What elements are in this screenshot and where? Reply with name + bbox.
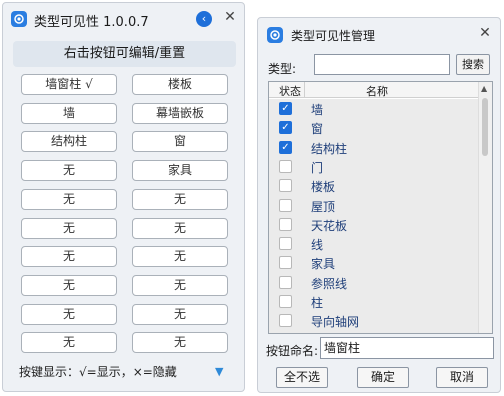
vertical-scrollbar[interactable]: ▲: [478, 82, 492, 333]
app-swirl-icon: [11, 11, 27, 27]
visibility-checkbox[interactable]: [279, 159, 292, 173]
scrollbar-thumb[interactable]: [482, 98, 488, 156]
list-item[interactable]: ✓ 窗: [269, 118, 479, 137]
list-item-name: 参照线: [311, 276, 348, 291]
list-item[interactable]: 柱: [269, 292, 479, 311]
button-name-label: 按钮命名:: [266, 344, 319, 358]
visibility-toggle-button[interactable]: 结构柱: [21, 131, 117, 153]
list-item-name: 柱: [311, 296, 324, 310]
visibility-toggle-button[interactable]: 无: [21, 332, 117, 354]
list-item[interactable]: 门: [269, 157, 479, 176]
chevron-left-icon[interactable]: ‹: [196, 11, 212, 27]
ok-button[interactable]: 确定: [357, 367, 409, 388]
list-item-name: 门: [311, 160, 324, 175]
list-item[interactable]: 屋顶: [269, 196, 479, 215]
visibility-checkbox[interactable]: [279, 275, 292, 289]
close-icon[interactable]: ✕: [477, 25, 493, 41]
category-list: 状态 名称 ✓ 墙 ✓ 窗 ✓ 结构柱门楼板 屋顶 天花板线家具 参照线柱导向轴网 ▲: [268, 81, 493, 334]
panel-hint-header: 右击按钮可编辑/重置: [13, 41, 236, 67]
visibility-toggle-button[interactable]: 窗: [132, 131, 228, 153]
column-header-state[interactable]: 状态: [279, 83, 301, 99]
list-item-name: 导向轴网: [311, 315, 360, 330]
type-search-input[interactable]: [314, 54, 450, 75]
list-rows: ✓ 墙 ✓ 窗 ✓ 结构柱门楼板 屋顶 天花板线家具 参照线柱导向轴网: [269, 99, 479, 333]
select-none-button[interactable]: 全不选: [276, 367, 328, 388]
cancel-button[interactable]: 取消: [436, 367, 488, 388]
visibility-toggle-button[interactable]: 家具: [132, 160, 228, 182]
visibility-toggle-button[interactable]: 无: [132, 303, 228, 325]
visibility-toggle-button[interactable]: 无: [21, 303, 117, 325]
list-item-name: 楼板: [311, 180, 336, 195]
visibility-toggle-button[interactable]: 墙: [21, 102, 117, 124]
list-item-name: 窗: [311, 122, 324, 137]
visibility-toggle-button[interactable]: 无: [132, 274, 228, 296]
list-item[interactable]: ✓ 墙: [269, 99, 479, 118]
visibility-checkbox[interactable]: ✓: [279, 121, 292, 135]
visibility-toggle-button[interactable]: 无: [132, 188, 228, 210]
list-item-name: 天花板: [311, 218, 348, 233]
dialog-titlebar: 类型可见性管理 ✕: [258, 18, 500, 48]
dialog-title: 类型可见性管理: [291, 29, 376, 43]
list-item[interactable]: 线: [269, 234, 479, 253]
visibility-toggle-button[interactable]: 幕墙嵌板: [132, 102, 228, 124]
list-item-name: 墙: [311, 103, 324, 117]
visibility-toggle-button[interactable]: 无: [21, 160, 117, 182]
visibility-toggle-button[interactable]: 无: [132, 332, 228, 354]
visibility-toggle-button[interactable]: 无: [21, 274, 117, 296]
visibility-toggle-button[interactable]: 无: [132, 217, 228, 239]
visibility-checkbox[interactable]: [279, 179, 292, 193]
button-name-input[interactable]: 墙窗柱: [320, 337, 494, 359]
legend-text: 按键显示：√=显示，×=隐藏: [19, 365, 177, 379]
list-item[interactable]: 参照线: [269, 273, 479, 292]
visibility-checkbox[interactable]: [279, 314, 292, 328]
visibility-checkbox[interactable]: [279, 295, 292, 308]
scroll-up-icon[interactable]: ▲: [481, 84, 487, 93]
visibility-toggle-button[interactable]: 楼板: [132, 74, 228, 95]
visibility-manager-dialog: 类型可见性管理 ✕ 类型: 搜索 状态 名称 ✓ 墙 ✓ 窗 ✓ 结构柱门楼板 屋顶 天花板线…: [257, 17, 501, 393]
column-divider: [304, 82, 305, 97]
visibility-checkbox[interactable]: ✓: [279, 140, 292, 154]
visibility-toggle-button[interactable]: 无: [21, 246, 117, 268]
panel-titlebar: 类型可见性 1.0.0.7 ‹ ✕: [3, 3, 244, 33]
panel-title: 类型可见性 1.0.0.7: [34, 15, 149, 30]
close-icon[interactable]: ✕: [222, 9, 238, 25]
search-button[interactable]: 搜索: [456, 54, 490, 75]
visibility-checkbox[interactable]: [279, 237, 292, 251]
list-item[interactable]: 天花板: [269, 215, 479, 234]
type-label: 类型:: [268, 62, 297, 76]
list-header: 状态 名称: [269, 82, 479, 98]
visibility-checkbox[interactable]: [279, 217, 292, 231]
visibility-checkbox[interactable]: [279, 256, 292, 270]
app-swirl-icon: [267, 27, 283, 43]
list-item[interactable]: 导向轴网: [269, 311, 479, 330]
visibility-panel-window: 类型可见性 1.0.0.7 ‹ ✕ 右击按钮可编辑/重置 墙窗柱 √ 楼板墙幕墙嵌…: [2, 2, 245, 392]
list-item[interactable]: ✓ 结构柱: [269, 138, 479, 157]
visibility-toggle-button[interactable]: 无: [21, 217, 117, 239]
triangle-down-icon[interactable]: ▼: [215, 365, 223, 378]
column-header-name[interactable]: 名称: [366, 83, 388, 99]
visibility-checkbox[interactable]: [279, 198, 292, 212]
visibility-checkbox[interactable]: ✓: [279, 102, 292, 115]
visibility-toggle-button[interactable]: 无: [21, 188, 117, 210]
list-item[interactable]: 家具: [269, 253, 479, 272]
list-item-name: 线: [311, 238, 324, 253]
list-item-name: 家具: [311, 257, 336, 272]
list-item-name: 结构柱: [311, 141, 348, 156]
visibility-toggle-button[interactable]: 无: [132, 246, 228, 268]
list-item-name: 屋顶: [311, 199, 336, 214]
visibility-toggle-button[interactable]: 墙窗柱 √: [21, 74, 117, 95]
list-item[interactable]: 楼板: [269, 176, 479, 195]
